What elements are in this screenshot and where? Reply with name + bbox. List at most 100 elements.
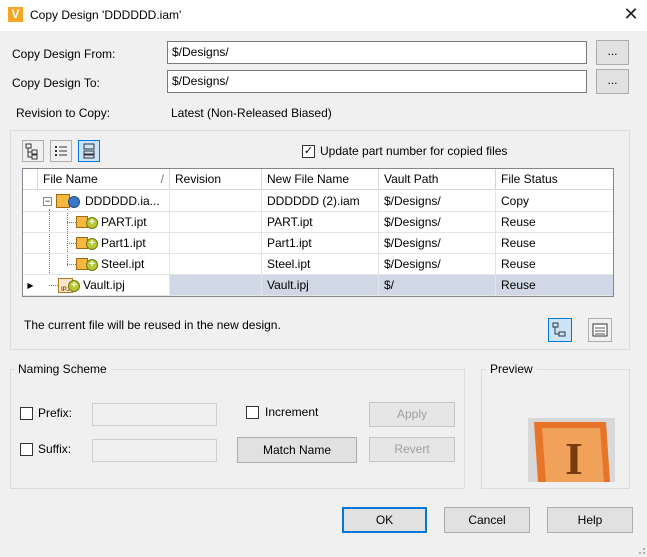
revision-cell xyxy=(170,275,262,296)
vault-path-cell[interactable]: $/Designs/ xyxy=(379,254,496,275)
revision-cell xyxy=(170,233,262,254)
prefix-checkbox[interactable] xyxy=(20,407,33,420)
file-name-cell[interactable]: + Part1.ipt xyxy=(38,233,170,254)
copy-to-label: Copy Design To: xyxy=(12,76,100,90)
revision-label: Revision to Copy: xyxy=(16,106,111,120)
reuse-status-icon: + xyxy=(68,280,80,292)
revision-cell xyxy=(170,191,262,212)
table-row[interactable]: + PART.ipt PART.ipt $/Designs/ Reuse xyxy=(23,212,613,233)
file-status-cell[interactable]: Reuse xyxy=(496,254,613,275)
details-view-icon[interactable] xyxy=(588,318,612,342)
update-part-checkbox[interactable]: ✓ xyxy=(302,145,315,158)
file-name-cell[interactable]: + PART.ipt xyxy=(38,212,170,233)
new-file-name-cell[interactable]: DDDDDD (2).iam xyxy=(262,191,379,212)
revision-cell xyxy=(170,212,262,233)
row-pointer-cell xyxy=(23,191,38,212)
suffix-input[interactable] xyxy=(92,439,217,462)
structure-view-icon[interactable] xyxy=(78,140,100,162)
list-view-icon[interactable] xyxy=(50,140,72,162)
ok-button[interactable]: OK xyxy=(342,507,427,533)
table-row-selected[interactable]: ▶ IPJ + Vault.ipj Vault.ipj $/ Reuse xyxy=(23,275,613,296)
close-icon[interactable]: ✕ xyxy=(620,3,642,25)
file-status-cell[interactable]: Reuse xyxy=(496,233,613,254)
reuse-status-icon: + xyxy=(86,217,98,229)
preview-image: I xyxy=(528,418,615,484)
table-row[interactable]: + Steel.ipt Steel.ipt $/Designs/ Reuse xyxy=(23,254,613,275)
increment-checkbox[interactable] xyxy=(246,406,259,419)
tree-line xyxy=(67,243,76,244)
vault-path-cell[interactable]: $/Designs/ xyxy=(379,212,496,233)
status-message: The current file will be reused in the n… xyxy=(24,318,281,332)
hierarchy-view-icon[interactable] xyxy=(548,318,572,342)
tree-line xyxy=(67,264,76,265)
tree-line xyxy=(67,222,76,223)
row-pointer-cell xyxy=(23,212,38,233)
file-grid: File Name / Revision New File Name Vault… xyxy=(22,168,614,297)
window-title: Copy Design 'DDDDDD.iam' xyxy=(30,8,182,22)
revert-button[interactable]: Revert xyxy=(369,437,455,462)
tree-view-icon[interactable] xyxy=(22,140,44,162)
file-name-text: DDDDDD.ia... xyxy=(85,194,160,208)
reuse-status-icon: + xyxy=(86,238,98,250)
collapse-toggle-icon[interactable]: − xyxy=(43,197,52,206)
new-file-name-cell[interactable]: PART.ipt xyxy=(262,212,379,233)
header-file-name-label: File Name xyxy=(43,172,98,186)
file-status-cell[interactable]: Copy xyxy=(496,191,613,212)
table-row[interactable]: − DDDDDD.ia... DDDDDD (2).iam $/Designs/… xyxy=(23,191,613,212)
vault-path-cell[interactable]: $/Designs/ xyxy=(379,191,496,212)
header-pointer-cell xyxy=(23,169,38,190)
increment-label: Increment xyxy=(265,405,319,419)
file-name-text: PART.ipt xyxy=(101,215,147,229)
suffix-label: Suffix: xyxy=(38,442,72,456)
vault-app-icon: V xyxy=(8,7,23,22)
copy-to-field[interactable]: $/Designs/ xyxy=(167,70,587,93)
browse-from-button[interactable]: ... xyxy=(596,40,629,65)
tree-line xyxy=(49,285,58,286)
checked-in-icon xyxy=(68,196,80,208)
new-file-name-cell[interactable]: Part1.ipt xyxy=(262,233,379,254)
reuse-status-icon: + xyxy=(86,259,98,271)
naming-scheme-label: Naming Scheme xyxy=(14,362,111,376)
apply-button[interactable]: Apply xyxy=(369,402,455,427)
header-file-name[interactable]: File Name / xyxy=(38,169,170,190)
suffix-checkbox[interactable] xyxy=(20,443,33,456)
revision-cell xyxy=(170,254,262,275)
vault-path-cell[interactable]: $/Designs/ xyxy=(379,233,496,254)
row-pointer-cell xyxy=(23,233,38,254)
file-status-cell[interactable]: Reuse xyxy=(496,212,613,233)
header-file-status[interactable]: File Status xyxy=(496,169,613,190)
new-file-name-cell[interactable]: Steel.ipt xyxy=(262,254,379,275)
sort-indicator-icon: / xyxy=(160,172,164,186)
inventor-logo-letter: I xyxy=(565,433,583,482)
file-name-text: Steel.ipt xyxy=(101,257,145,271)
grid-header: File Name / Revision New File Name Vault… xyxy=(23,169,613,190)
browse-to-button[interactable]: ... xyxy=(596,69,629,94)
vault-path-cell[interactable]: $/ xyxy=(379,275,496,296)
table-row[interactable]: + Part1.ipt Part1.ipt $/Designs/ Reuse xyxy=(23,233,613,254)
file-status-cell[interactable]: Reuse xyxy=(496,275,613,296)
prefix-label: Prefix: xyxy=(38,406,73,420)
copy-from-label: Copy Design From: xyxy=(12,47,116,61)
file-name-cell[interactable]: − DDDDDD.ia... xyxy=(38,191,170,212)
update-part-label: Update part number for copied files xyxy=(320,144,508,158)
prefix-input[interactable] xyxy=(92,403,217,426)
revision-value: Latest (Non-Released Biased) xyxy=(171,106,332,120)
file-name-text: Part1.ipt xyxy=(101,236,146,250)
resize-grip-icon[interactable] xyxy=(634,543,646,555)
header-vault-path[interactable]: Vault Path xyxy=(379,169,496,190)
file-name-cell[interactable]: + Steel.ipt xyxy=(38,254,170,275)
file-name-text: Vault.ipj xyxy=(83,278,125,292)
header-revision[interactable]: Revision xyxy=(170,169,262,190)
file-name-cell[interactable]: IPJ + Vault.ipj xyxy=(38,275,170,296)
cancel-button[interactable]: Cancel xyxy=(444,507,530,533)
preview-label: Preview xyxy=(486,362,537,376)
help-button[interactable]: Help xyxy=(547,507,633,533)
title-bar: V Copy Design 'DDDDDD.iam' ✕ xyxy=(0,0,647,31)
new-file-name-cell[interactable]: Vault.ipj xyxy=(262,275,379,296)
inventor-logo-icon: I xyxy=(528,418,615,484)
naming-scheme-group xyxy=(10,369,465,489)
match-name-button[interactable]: Match Name xyxy=(237,437,357,463)
row-pointer-cell xyxy=(23,254,38,275)
header-new-file-name[interactable]: New File Name xyxy=(262,169,379,190)
copy-from-field[interactable]: $/Designs/ xyxy=(167,41,587,64)
